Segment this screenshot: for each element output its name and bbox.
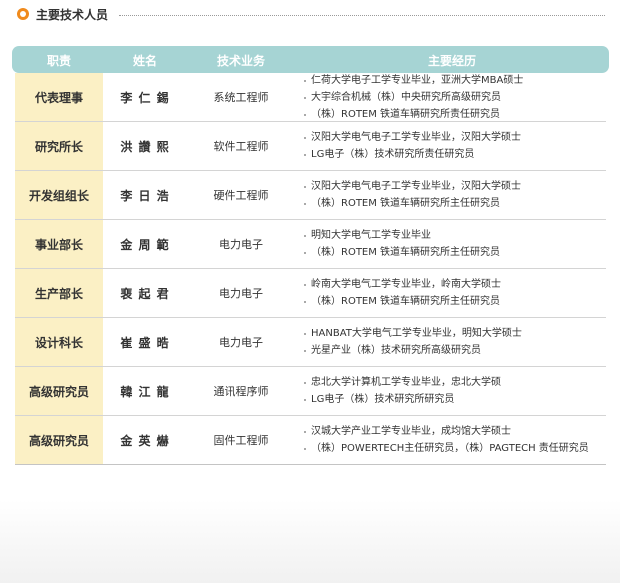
row-job-cell: 系统工程师: [213, 91, 269, 104]
row-name-cell: 洪 讚 熙: [120, 139, 170, 154]
row-name-cell: 崔 盛 晧: [120, 335, 170, 350]
row-career-cell: 明知大学电气工学专业毕业 （株）ROTEM 铁道车辆研究所主任研究员: [303, 220, 606, 268]
career-text: 汉阳大学电气电子工学专业毕业，汉阳大学硕士: [311, 132, 521, 143]
row-title-cell: 代表理事: [15, 73, 103, 121]
career-line: LG电子（株）技术研究所责任研究员: [303, 146, 606, 163]
career-text: 忠北大学计算机工学专业毕业，忠北大学硕: [311, 377, 501, 388]
row-job-cell: 硬件工程师: [213, 189, 269, 202]
header-career: 主要经历: [427, 54, 476, 68]
table-row: 设计科长 崔 盛 晧 电力电子 HANBAT大学电气工学专业毕业，明知大学硕士 光星产业…: [15, 318, 606, 367]
career-text: （株）ROTEM 铁道车辆研究所主任研究员: [311, 198, 501, 209]
career-line: 光星产业（株）技术研究所高级研究员: [303, 342, 606, 359]
career-text: （株）POWERTECH主任研究员，（株）PAGTECH 责任研究员: [311, 443, 589, 454]
row-name-cell: 裵 起 君: [120, 286, 170, 301]
row-job-cell: 电力电子: [219, 287, 263, 300]
career-line: 仁荷大学电子工学专业毕业，亚洲大学MBA硕士: [303, 72, 606, 89]
row-title-cell: 高级研究员: [15, 416, 103, 464]
career-text: （株）ROTEM 铁道车辆研究所责任研究员: [311, 108, 501, 120]
row-name-cell: 金 周 範: [120, 237, 170, 252]
section-title: 主要技术人员: [36, 8, 109, 22]
header-name: 姓名: [132, 54, 157, 68]
career-text: 大宇综合机械（株）中央研究所高级研究员: [311, 91, 501, 103]
career-line: （株）ROTEM 铁道车辆研究所责任研究员: [303, 106, 606, 123]
table-row: 生产部长 裵 起 君 电力电子 岭南大学电气工学专业毕业，岭南大学硕士 （株）ROTEM…: [15, 269, 606, 318]
row-job-cell: 软件工程师: [213, 140, 269, 153]
career-text: 岭南大学电气工学专业毕业，岭南大学硕士: [311, 279, 501, 290]
row-job-cell: 固件工程师: [213, 434, 269, 447]
career-text: LG电子（株）技术研究所研究员: [311, 394, 455, 405]
staff-table: 职责 姓名 技术业务 主要经历 代表理事 李 仁 錫 系统工程师 仁荷大学电子工学专业…: [12, 46, 609, 465]
row-career-cell: 仁荷大学电子工学专业毕业，亚洲大学MBA硕士 大宇综合机械（株）中央研究所高级研究…: [303, 73, 606, 121]
row-career-cell: 汉阳大学电气电子工学专业毕业，汉阳大学硕士 LG电子（株）技术研究所责任研究员: [303, 122, 606, 170]
row-title-cell: 高级研究员: [15, 367, 103, 415]
row-title-cell: 设计科长: [15, 318, 103, 366]
row-title-cell: 研究所长: [15, 122, 103, 170]
row-title-cell: 开发组组长: [15, 171, 103, 219]
row-career-cell: 岭南大学电气工学专业毕业，岭南大学硕士 （株）ROTEM 铁道车辆研究所主任研究员: [303, 269, 606, 317]
dotted-divider: [119, 15, 605, 16]
row-name-cell: 李 日 浩: [120, 188, 170, 203]
table-row: 事业部长 金 周 範 电力电子 明知大学电气工学专业毕业 （株）ROTEM 铁道车辆研究…: [15, 220, 606, 269]
table-row: 研究所长 洪 讚 熙 软件工程师 汉阳大学电气电子工学专业毕业，汉阳大学硕士 LG电子（…: [15, 122, 606, 171]
career-line: 汉阳大学电气电子工学专业毕业，汉阳大学硕士: [303, 178, 606, 195]
career-text: （株）ROTEM 铁道车辆研究所主任研究员: [311, 296, 501, 307]
career-line: （株）ROTEM 铁道车辆研究所主任研究员: [303, 244, 606, 261]
row-career-cell: 忠北大学计算机工学专业毕业，忠北大学硕 LG电子（株）技术研究所研究员: [303, 367, 606, 415]
row-name-cell: 金 英 爀: [120, 433, 170, 448]
row-career-cell: HANBAT大学电气工学专业毕业，明知大学硕士 光星产业（株）技术研究所高级研究员: [303, 318, 606, 366]
career-line: LG电子（株）技术研究所研究员: [303, 391, 606, 408]
row-title-cell: 生产部长: [15, 269, 103, 317]
career-line: 明知大学电气工学专业毕业: [303, 227, 606, 244]
career-line: （株）POWERTECH主任研究员，（株）PAGTECH 责任研究员: [303, 440, 606, 457]
row-name-cell: 韓 江 龍: [120, 384, 170, 399]
table-row: 高级研究员 金 英 爀 固件工程师 汉城大学产业工学专业毕业，成均馆大学硕士 （株）PO…: [15, 416, 606, 465]
career-text: 汉城大学产业工学专业毕业，成均馆大学硕士: [311, 426, 511, 437]
row-career-cell: 汉阳大学电气电子工学专业毕业，汉阳大学硕士 （株）ROTEM 铁道车辆研究所主任研…: [303, 171, 606, 219]
career-line: （株）ROTEM 铁道车辆研究所主任研究员: [303, 195, 606, 212]
header-title: 职责: [46, 54, 71, 68]
career-text: 仁荷大学电子工学专业毕业，亚洲大学MBA硕士: [311, 74, 524, 86]
row-career-cell: 汉城大学产业工学专业毕业，成均馆大学硕士 （株）POWERTECH主任研究员，（株…: [303, 416, 606, 464]
table-row: 代表理事 李 仁 錫 系统工程师 仁荷大学电子工学专业毕业，亚洲大学MBA硕士 大宇综合…: [15, 73, 606, 122]
header-job: 技术业务: [216, 54, 265, 68]
section-header: 主要技术人员: [15, 5, 605, 27]
career-text: 光星产业（株）技术研究所高级研究员: [311, 345, 481, 356]
career-line: （株）ROTEM 铁道车辆研究所主任研究员: [303, 293, 606, 310]
row-name-cell: 李 仁 錫: [120, 90, 170, 105]
table-row: 开发组组长 李 日 浩 硬件工程师 汉阳大学电气电子工学专业毕业，汉阳大学硕士 （株）R…: [15, 171, 606, 220]
career-text: 明知大学电气工学专业毕业: [311, 230, 431, 241]
career-line: 大宇综合机械（株）中央研究所高级研究员: [303, 89, 606, 106]
career-line: 岭南大学电气工学专业毕业，岭南大学硕士: [303, 276, 606, 293]
table-body: 代表理事 李 仁 錫 系统工程师 仁荷大学电子工学专业毕业，亚洲大学MBA硕士 大宇综合…: [15, 73, 606, 465]
table-header: 职责 姓名 技术业务 主要经历: [12, 46, 609, 73]
career-line: HANBAT大学电气工学专业毕业，明知大学硕士: [303, 325, 606, 342]
table-row: 高级研究员 韓 江 龍 通讯程序师 忠北大学计算机工学专业毕业，忠北大学硕 LG电子（株…: [15, 367, 606, 416]
career-text: （株）ROTEM 铁道车辆研究所主任研究员: [311, 247, 501, 258]
row-title-cell: 事业部长: [15, 220, 103, 268]
career-text: 汉阳大学电气电子工学专业毕业，汉阳大学硕士: [311, 181, 521, 192]
career-line: 汉阳大学电气电子工学专业毕业，汉阳大学硕士: [303, 129, 606, 146]
career-line: 汉城大学产业工学专业毕业，成均馆大学硕士: [303, 423, 606, 440]
row-job-cell: 电力电子: [219, 238, 263, 251]
bullet-circle-icon: [17, 8, 29, 20]
row-job-cell: 通讯程序师: [213, 385, 269, 398]
career-line: 忠北大学计算机工学专业毕业，忠北大学硕: [303, 374, 606, 391]
row-job-cell: 电力电子: [219, 336, 263, 349]
career-text: HANBAT大学电气工学专业毕业，明知大学硕士: [311, 328, 522, 339]
career-text: LG电子（株）技术研究所责任研究员: [311, 149, 475, 160]
